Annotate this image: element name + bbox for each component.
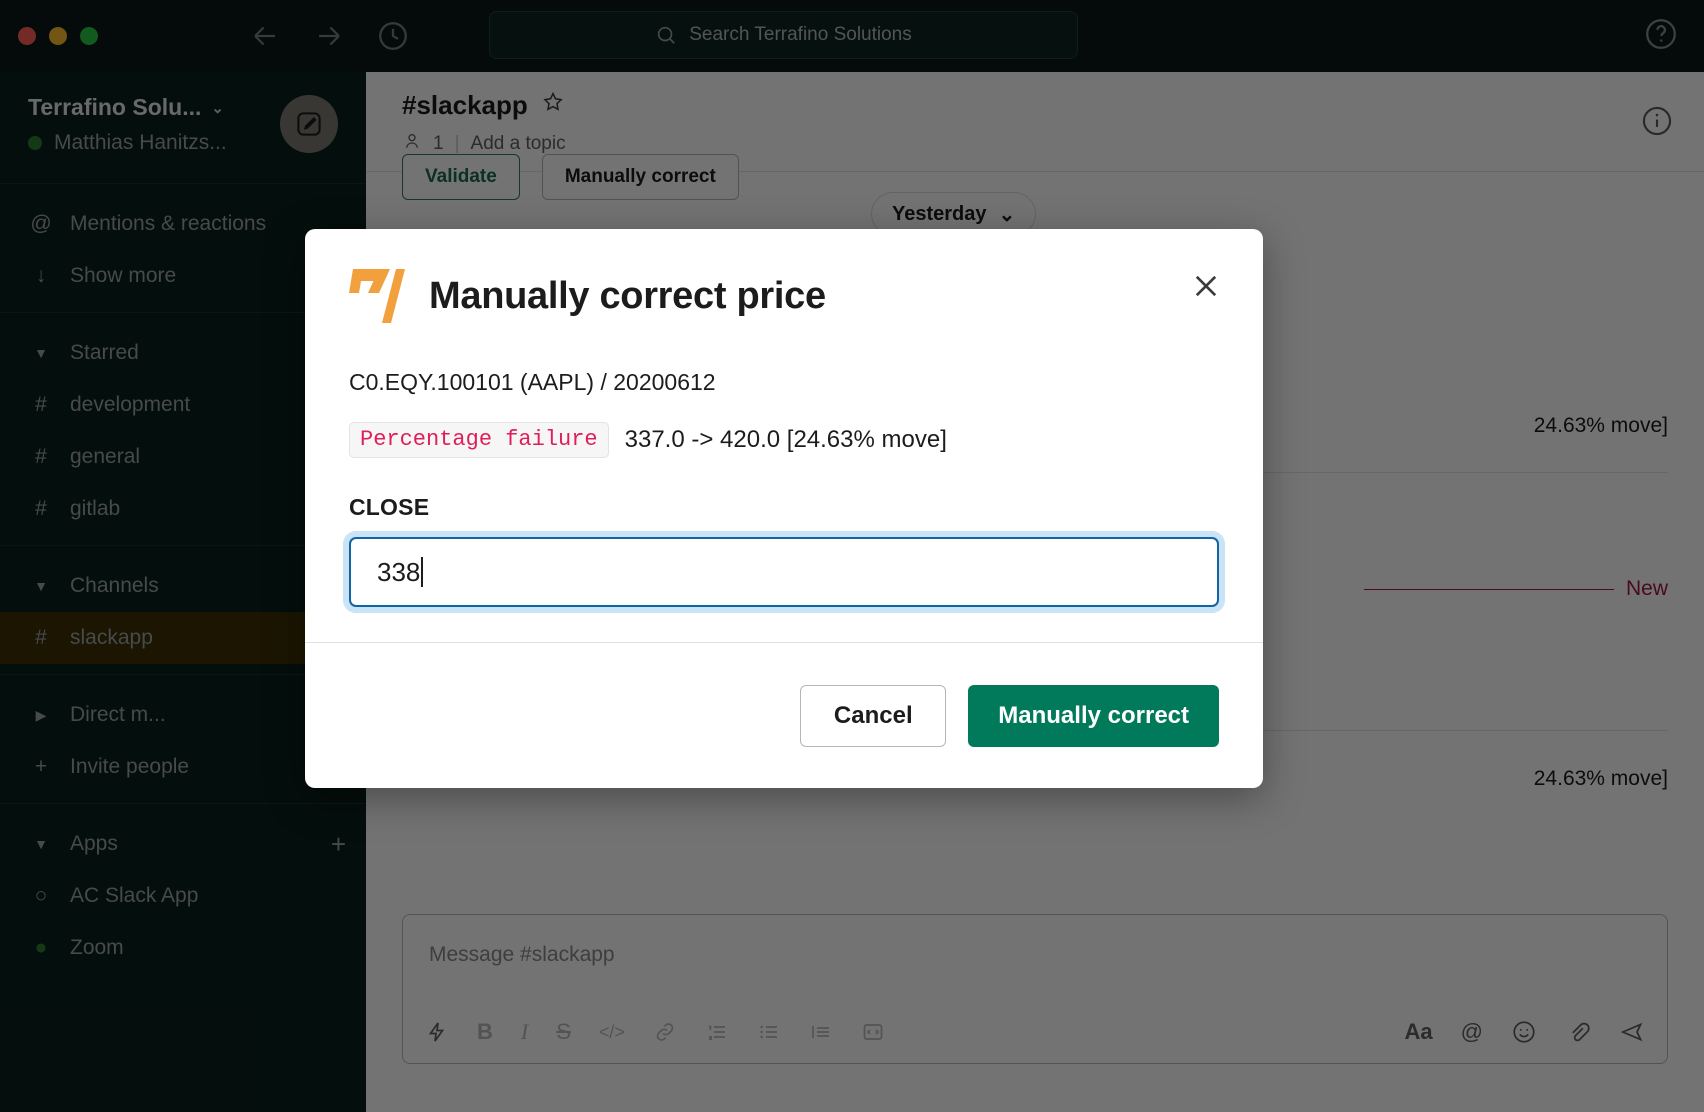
close-icon[interactable]	[1189, 269, 1223, 308]
slack-app-window: Search Terrafino Solutions Terrafino Sol…	[0, 0, 1704, 1112]
failure-detail: 337.0 -> 420.0 [24.63% move]	[624, 426, 947, 453]
dialog-footer: Cancel Manually correct	[305, 642, 1263, 788]
text-caret	[421, 557, 424, 587]
dialog-title: Manually correct price	[429, 274, 826, 317]
status-badge: Percentage failure	[349, 422, 609, 458]
dialog-header: Manually correct price	[349, 265, 1219, 327]
manually-correct-submit-button[interactable]: Manually correct	[968, 684, 1219, 747]
close-price-input[interactable]: 338	[349, 537, 1219, 607]
manually-correct-price-dialog: Manually correct price C0.EQY.100101 (AA…	[305, 229, 1263, 788]
failure-row: Percentage failure 337.0 -> 420.0 [24.63…	[349, 422, 1219, 458]
cancel-button[interactable]: Cancel	[800, 684, 947, 747]
dialog-body: Manually correct price C0.EQY.100101 (AA…	[305, 229, 1263, 607]
close-field-label: CLOSE	[349, 494, 430, 520]
close-price-value: 338	[377, 556, 421, 587]
instrument-context: C0.EQY.100101 (AAPL) / 20200612	[349, 369, 716, 395]
terrafino-logo-icon	[349, 265, 405, 327]
